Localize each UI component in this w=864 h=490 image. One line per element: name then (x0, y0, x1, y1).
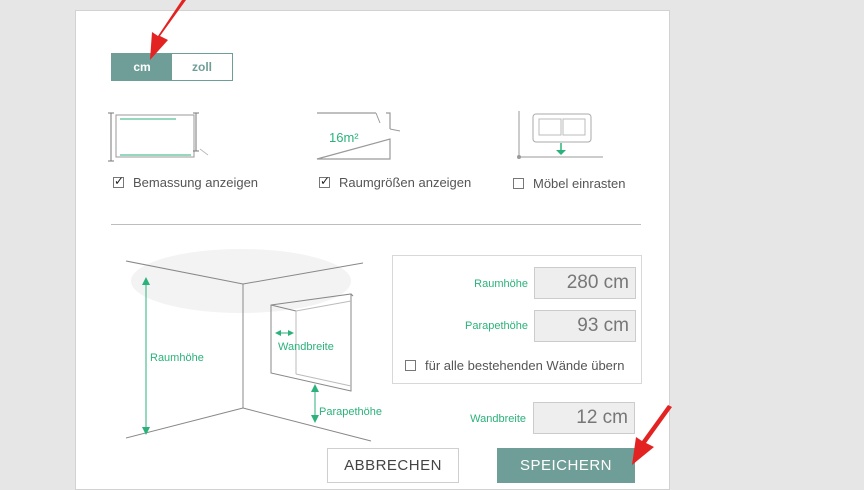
wall-settings-dialog: cm zoll Bemassung anzeigen 16m² Raumgröß… (75, 10, 670, 490)
show-dimensions-checkbox[interactable]: Bemassung anzeigen (113, 174, 259, 190)
checkbox-icon[interactable] (113, 174, 124, 188)
wall-width-field-label: Wandbreite (470, 413, 526, 425)
checkbox-icon[interactable] (405, 360, 416, 371)
wall-dimensions-panel: Raumhöhe 280 cm Parapethöhe 93 cm für al… (392, 255, 642, 384)
wall-width-label: Wandbreite (278, 341, 334, 353)
annotation-arrow-icon (150, 0, 186, 60)
apply-all-walls-checkbox[interactable]: für alle bestehenden Wände übern (405, 358, 624, 373)
divider (111, 224, 641, 225)
apply-all-walls-label: für alle bestehenden Wände übern (425, 358, 625, 373)
show-dimensions-label: Bemassung anzeigen (133, 175, 259, 190)
sill-height-field-label: Parapethöhe (465, 320, 528, 332)
room-illustration: Raumhöhe Wandbreite Parapethöhe (125, 249, 382, 442)
room-height-field-label: Raumhöhe (474, 278, 528, 290)
annotation-arrow-icon (632, 405, 672, 465)
snap-furniture-checkbox[interactable]: Möbel einrasten (513, 176, 626, 191)
save-button[interactable]: SPEICHERN (497, 448, 635, 483)
dimension-icon (108, 112, 209, 162)
room-height-label: Raumhöhe (150, 352, 204, 364)
furniture-snap-icon (517, 111, 603, 159)
sill-height-input[interactable]: 93 cm (534, 310, 636, 342)
cancel-button[interactable]: ABBRECHEN (327, 448, 459, 483)
show-room-sizes-label: Raumgrößen anzeigen (339, 175, 472, 190)
room-height-input[interactable]: 280 cm (534, 267, 636, 299)
snap-furniture-label: Möbel einrasten (533, 176, 626, 191)
room-area-icon: 16m² (316, 112, 401, 160)
show-room-sizes-checkbox[interactable]: Raumgrößen anzeigen (319, 174, 472, 190)
checkbox-icon[interactable] (513, 178, 524, 189)
checkbox-icon[interactable] (319, 174, 330, 188)
room-area-text: 16m² (329, 130, 359, 145)
sill-height-label: Parapethöhe (319, 406, 382, 418)
